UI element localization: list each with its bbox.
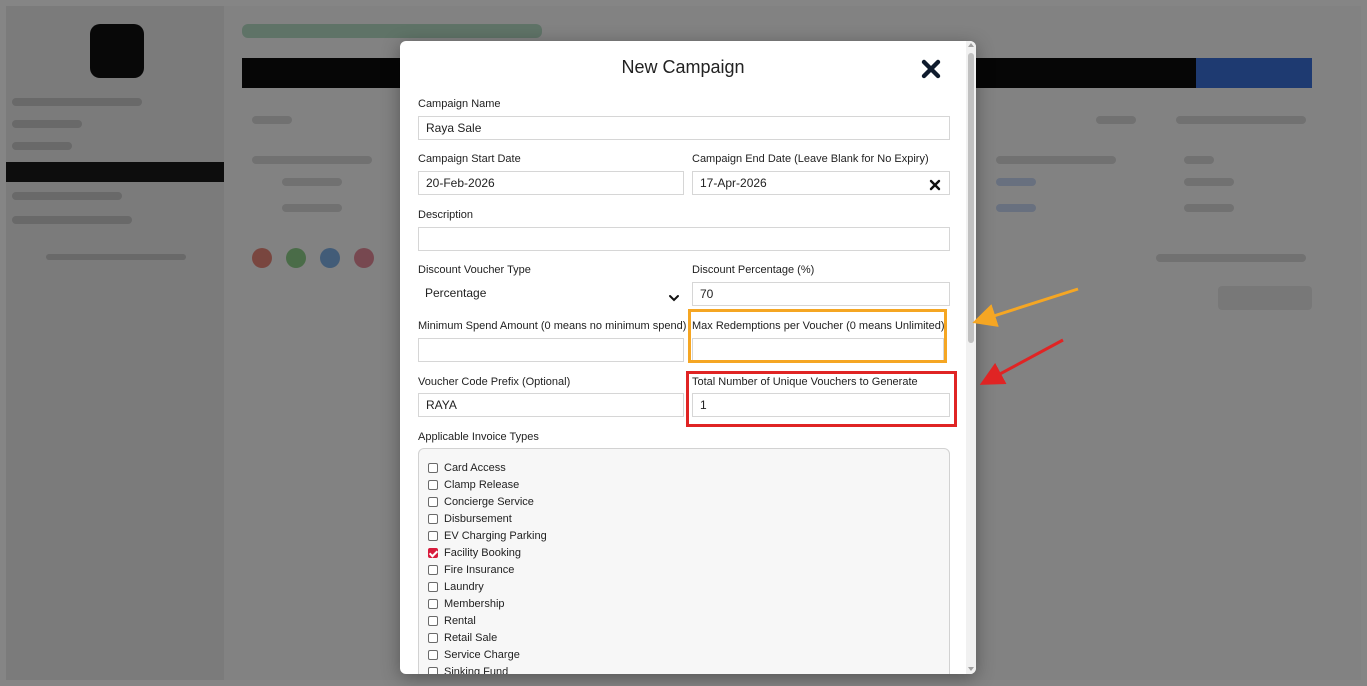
checkbox[interactable] (428, 497, 438, 507)
end-date-input[interactable] (693, 172, 927, 194)
total-vouchers-highlight (686, 371, 957, 427)
checkbox-label: Membership (444, 598, 505, 610)
invoice-type-concierge-service[interactable]: Concierge Service (428, 494, 534, 510)
code-prefix-label: Voucher Code Prefix (Optional) (418, 376, 571, 388)
checkbox-label: Clamp Release (444, 479, 520, 491)
code-prefix-input[interactable] (418, 393, 684, 417)
modal-title: New Campaign (621, 57, 745, 77)
invoice-type-rental[interactable]: Rental (428, 613, 476, 629)
discount-percentage-label: Discount Percentage (%) (692, 264, 815, 276)
start-date-label: Campaign Start Date (418, 153, 521, 165)
scroll-down-arrow-icon[interactable] (968, 667, 974, 671)
checkbox-label: Rental (444, 615, 476, 627)
checkbox[interactable] (428, 633, 438, 643)
checkbox-label: Sinking Fund (444, 666, 509, 674)
voucher-type-select[interactable]: Percentage (418, 282, 684, 306)
invoice-type-facility-booking[interactable]: Facility Booking (428, 545, 521, 561)
clear-end-date-icon[interactable] (929, 176, 941, 191)
checkbox-label: Laundry (444, 581, 484, 593)
start-date-input[interactable] (418, 171, 684, 195)
checkbox[interactable] (428, 463, 438, 473)
invoice-type-sinking-fund[interactable]: Sinking Fund (428, 664, 508, 674)
close-icon[interactable] (918, 56, 944, 82)
scroll-up-arrow-icon[interactable] (968, 43, 974, 47)
checkbox-label: Disbursement (444, 513, 512, 525)
checkbox-checked[interactable] (428, 548, 438, 558)
campaign-name-label: Campaign Name (418, 98, 501, 110)
checkbox[interactable] (428, 565, 438, 575)
checkbox[interactable] (428, 650, 438, 660)
description-input[interactable] (418, 227, 950, 251)
checkbox[interactable] (428, 514, 438, 524)
checkbox-label: EV Charging Parking (444, 530, 547, 542)
invoice-type-laundry[interactable]: Laundry (428, 579, 484, 595)
checkbox-label: Fire Insurance (444, 564, 515, 576)
invoice-types-list: Card Access Clamp Release Concierge Serv… (418, 448, 950, 674)
discount-percentage-input[interactable] (692, 282, 950, 306)
invoice-types-label: Applicable Invoice Types (418, 431, 539, 443)
invoice-type-clamp-release[interactable]: Clamp Release (428, 477, 519, 493)
checkbox-label: Concierge Service (444, 496, 534, 508)
invoice-type-card-access[interactable]: Card Access (428, 460, 506, 476)
invoice-type-retail-sale[interactable]: Retail Sale (428, 630, 497, 646)
checkbox[interactable] (428, 480, 438, 490)
min-spend-label: Minimum Spend Amount (0 means no minimum… (418, 320, 687, 332)
invoice-type-disbursement[interactable]: Disbursement (428, 511, 512, 527)
voucher-type-label: Discount Voucher Type (418, 264, 531, 276)
checkbox-label: Facility Booking (444, 547, 522, 559)
campaign-name-input[interactable] (418, 116, 950, 140)
invoice-type-ev-charging-parking[interactable]: EV Charging Parking (428, 528, 547, 544)
invoice-type-service-charge[interactable]: Service Charge (428, 647, 520, 663)
checkbox-label: Card Access (444, 462, 506, 474)
scroll-thumb[interactable] (968, 53, 974, 343)
end-date-label: Campaign End Date (Leave Blank for No Ex… (692, 153, 929, 165)
checkbox[interactable] (428, 616, 438, 626)
checkbox-label: Service Charge (444, 649, 520, 661)
invoice-type-membership[interactable]: Membership (428, 596, 505, 612)
min-spend-input[interactable] (418, 338, 684, 362)
checkbox-label: Retail Sale (444, 632, 498, 644)
voucher-type-value: Percentage (425, 286, 487, 300)
end-date-field (692, 171, 950, 195)
description-label: Description (418, 209, 474, 221)
invoice-type-fire-insurance[interactable]: Fire Insurance (428, 562, 514, 578)
chevron-down-icon (668, 288, 680, 302)
modal-scrollbar[interactable] (966, 41, 976, 674)
checkbox[interactable] (428, 531, 438, 541)
checkbox[interactable] (428, 599, 438, 609)
checkbox[interactable] (428, 667, 438, 674)
checkbox[interactable] (428, 582, 438, 592)
max-redemptions-highlight (688, 309, 947, 363)
